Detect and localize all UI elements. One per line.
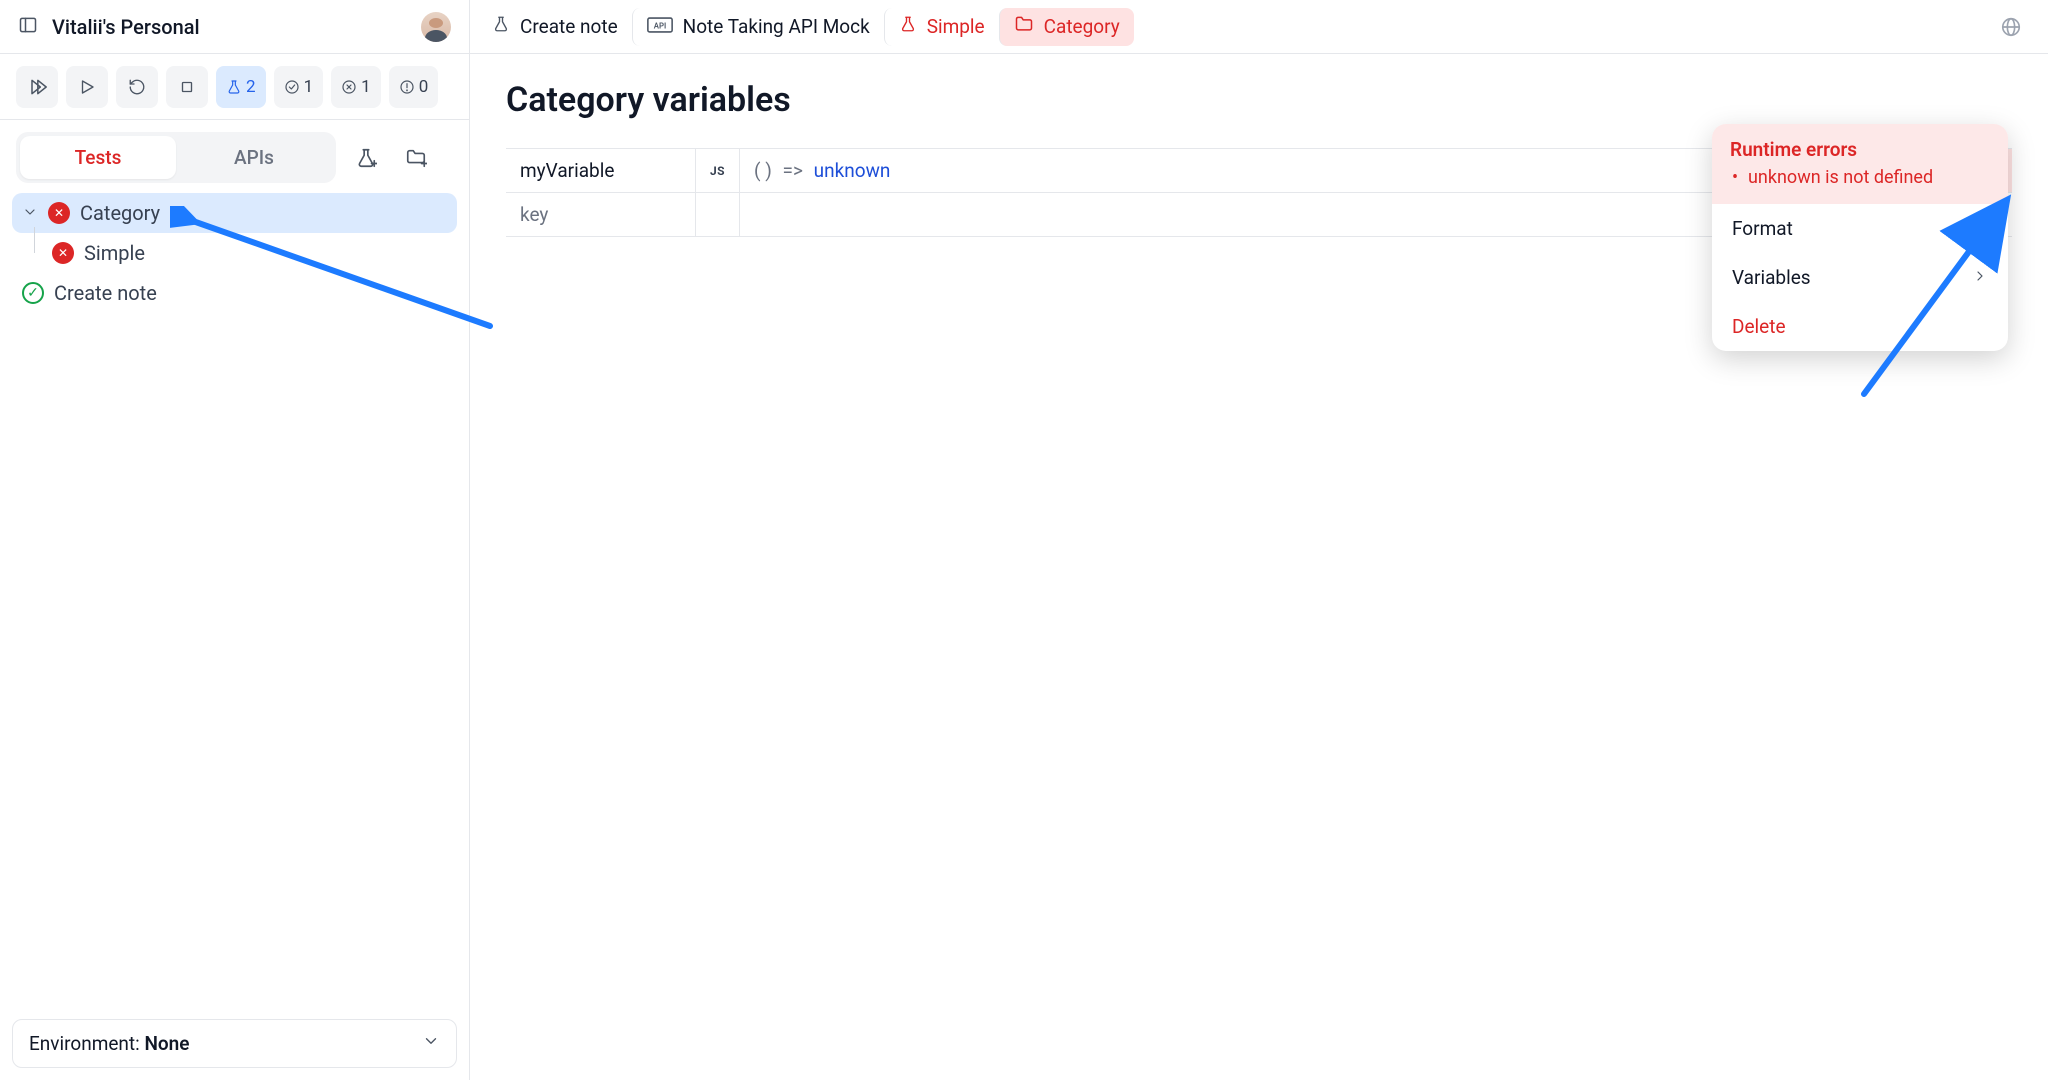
variable-name-placeholder[interactable]: key: [506, 193, 696, 236]
tree-item-label: Category: [80, 201, 160, 225]
sidebar-tabs: Tests APIs: [0, 120, 469, 193]
folder-icon: [1014, 14, 1034, 39]
menu-action-format[interactable]: Format: [1712, 204, 2008, 253]
environment-selector[interactable]: Environment: None: [12, 1019, 457, 1068]
pass-count[interactable]: 1: [274, 66, 324, 108]
flask-count-value: 2: [246, 77, 256, 97]
tree-item-label: Create note: [54, 281, 157, 305]
api-icon: API: [647, 15, 673, 38]
status-fail-icon: ✕: [48, 202, 70, 224]
breadcrumb-category[interactable]: Category: [999, 8, 1134, 46]
warn-count-value: 0: [419, 77, 429, 97]
tab-tests[interactable]: Tests: [20, 136, 176, 179]
run-button[interactable]: [66, 66, 108, 108]
breadcrumb-create-note[interactable]: Create note: [478, 8, 632, 46]
add-folder-button[interactable]: [396, 138, 436, 178]
menu-action-variables[interactable]: Variables: [1712, 253, 2008, 302]
stop-button[interactable]: [166, 66, 208, 108]
tree-item-create-note[interactable]: ✓ Create note: [12, 273, 457, 313]
flask-icon: [492, 15, 510, 38]
topbar-left: Vitalii's Personal: [0, 0, 470, 53]
test-tree: ✕ Category ✕ Simple ✓ Create note: [0, 193, 469, 1007]
menu-action-label: Delete: [1732, 315, 1786, 338]
page-title: Category variables: [506, 80, 2012, 120]
variable-type-empty: [696, 193, 740, 236]
chevron-down-icon: [422, 1032, 440, 1055]
menu-action-label: Format: [1732, 217, 1793, 240]
run-all-button[interactable]: [16, 66, 58, 108]
fail-count-value: 1: [361, 77, 371, 97]
breadcrumb-label: Note Taking API Mock: [683, 15, 870, 38]
variable-name[interactable]: myVariable: [506, 149, 696, 192]
menu-action-delete[interactable]: Delete: [1712, 302, 2008, 351]
refresh-button[interactable]: [116, 66, 158, 108]
workspace-name[interactable]: Vitalii's Personal: [52, 15, 200, 39]
add-test-button[interactable]: [346, 138, 386, 178]
tree-item-category[interactable]: ✕ Category: [12, 193, 457, 233]
body: 2 1 1 0 Tests APIs: [0, 54, 2048, 1080]
variable-type-badge[interactable]: JS: [696, 149, 740, 192]
svg-text:API: API: [653, 21, 665, 30]
flask-count[interactable]: 2: [216, 66, 266, 108]
fail-count[interactable]: 1: [331, 66, 381, 108]
breadcrumb-label: Create note: [520, 15, 618, 38]
runtime-error-item: unknown is not defined: [1730, 167, 1990, 188]
status-fail-icon: ✕: [52, 242, 74, 264]
runtime-errors-panel: Runtime errors unknown is not defined: [1712, 124, 2008, 204]
menu-action-label: Variables: [1732, 266, 1811, 289]
env-label: Environment: None: [29, 1032, 190, 1055]
tabs-pill: Tests APIs: [16, 132, 336, 183]
main-panel: Category variables myVariable JS ( ) => …: [470, 54, 2048, 1080]
breadcrumb-label: Simple: [927, 15, 985, 38]
chevron-right-icon: [1972, 266, 1988, 289]
pass-count-value: 1: [304, 77, 314, 97]
warn-count[interactable]: 0: [389, 66, 439, 108]
topbar: Vitalii's Personal Create note API Note …: [0, 0, 2048, 54]
breadcrumb-label: Category: [1044, 15, 1120, 38]
sidebar-toggle-icon[interactable]: [18, 15, 38, 39]
tab-apis[interactable]: APIs: [176, 136, 332, 179]
sidebar: 2 1 1 0 Tests APIs: [0, 54, 470, 1080]
tree-item-simple[interactable]: ✕ Simple: [12, 233, 457, 273]
runtime-errors-header: Runtime errors: [1730, 138, 1990, 161]
status-pass-icon: ✓: [22, 282, 44, 304]
variable-context-menu: Runtime errors unknown is not defined Fo…: [1712, 124, 2008, 351]
breadcrumb-api-mock[interactable]: API Note Taking API Mock: [632, 8, 884, 46]
globe-button[interactable]: [1982, 16, 2040, 38]
breadcrumbs: Create note API Note Taking API Mock Sim…: [470, 0, 2048, 53]
chevron-down-icon: [22, 201, 38, 225]
flask-icon: [899, 15, 917, 38]
tree-item-label: Simple: [84, 241, 145, 265]
breadcrumb-simple[interactable]: Simple: [884, 8, 999, 46]
run-toolbar: 2 1 1 0: [0, 54, 469, 120]
avatar[interactable]: [421, 12, 451, 42]
